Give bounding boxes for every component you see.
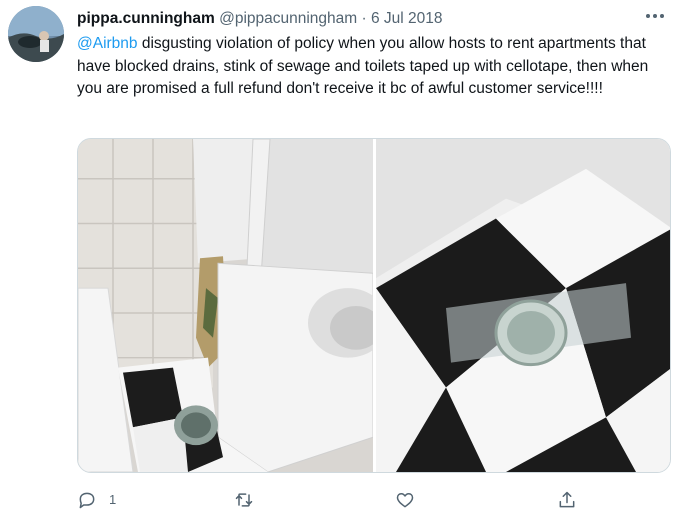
taped-drain-photo[interactable] (376, 139, 670, 472)
separator: · (361, 10, 367, 27)
retweet-icon (235, 492, 253, 507)
reply-button[interactable]: 1 (77, 486, 116, 512)
more-icon[interactable] (642, 6, 668, 26)
tweet-actions: 1 (77, 486, 597, 512)
display-name[interactable]: pippa.cunningham (77, 10, 215, 27)
tweet-text: @Airbnb disgusting violation of policy w… (77, 33, 662, 101)
like-button[interactable] (395, 486, 415, 512)
tweet-body: disgusting violation of policy when you … (77, 35, 649, 97)
reply-count: 1 (109, 491, 117, 507)
bathroom-toilet-photo[interactable] (78, 139, 373, 472)
more-dots-icon (646, 14, 664, 18)
retweet-button[interactable] (234, 486, 254, 512)
tweet-date[interactable]: 6 Jul 2018 (371, 10, 443, 27)
tweet-header: pippa.cunningham @pippacunningham · 6 Ju… (77, 9, 660, 31)
heart-icon (396, 492, 414, 507)
share-icon (559, 491, 575, 507)
mention-link[interactable]: @Airbnb (77, 35, 138, 52)
tweet[interactable]: pippa.cunningham @pippacunningham · 6 Ju… (0, 0, 680, 517)
avatar-image (8, 6, 64, 62)
share-button[interactable] (557, 486, 577, 512)
avatar[interactable] (8, 6, 64, 62)
reply-icon (79, 492, 95, 508)
user-handle[interactable]: @pippacunningham (219, 10, 357, 27)
tweet-media[interactable] (77, 138, 671, 473)
